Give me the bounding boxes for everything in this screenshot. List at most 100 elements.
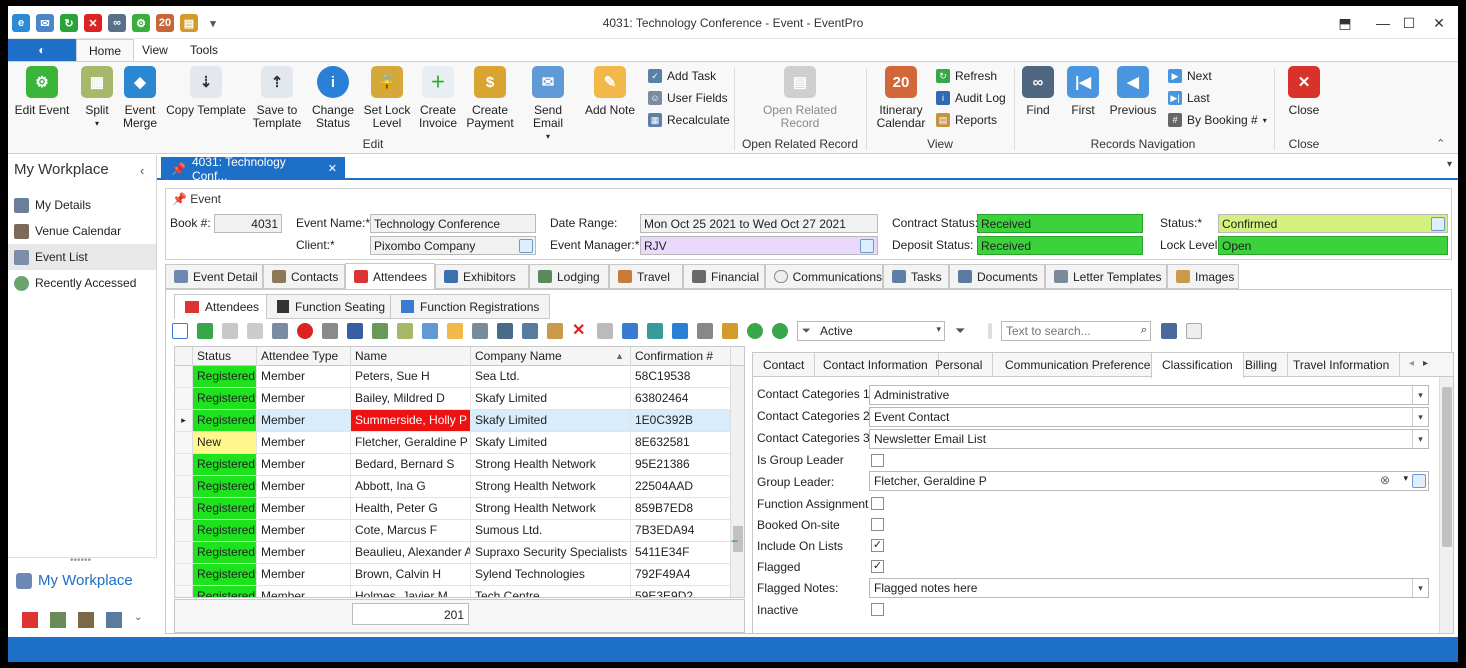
tab-communications[interactable]: Communications	[765, 264, 883, 289]
table-row[interactable]: Registered Member Holmes, Javier M Tech Cen…	[175, 586, 744, 597]
search-input[interactable]	[1002, 322, 1130, 340]
status-lookup-icon[interactable]	[1431, 217, 1445, 231]
row-indicator[interactable]	[175, 432, 193, 453]
tools-icon[interactable]	[78, 612, 94, 628]
row-indicator[interactable]	[175, 498, 193, 519]
row-indicator[interactable]	[175, 388, 193, 409]
delete-icon[interactable]: ✕	[572, 323, 588, 339]
row-confirmation[interactable]: 22504AAD	[631, 476, 731, 497]
row-indicator[interactable]: ▸	[175, 410, 193, 431]
pin-icon[interactable]	[22, 612, 38, 628]
row-status[interactable]: Registered	[193, 586, 257, 597]
group-leader-lookup-icon[interactable]	[1412, 474, 1426, 488]
row-attendee-type[interactable]: Member	[257, 476, 351, 497]
restore-ribbon-icon[interactable]: ⬒	[1328, 12, 1362, 34]
ledger-icon[interactable]	[50, 612, 66, 628]
row-status[interactable]: Registered	[193, 542, 257, 563]
close-button[interactable]: ✕ Close	[1284, 66, 1324, 117]
user-fields-button[interactable]: ☺ User Fields	[648, 89, 728, 107]
set-lock-level-button[interactable]: 🔒 Set Lock Level	[364, 66, 410, 130]
row-confirmation[interactable]: 8E632581	[631, 432, 731, 453]
note-icon[interactable]	[447, 323, 463, 339]
row-status[interactable]: Registered	[193, 454, 257, 475]
row-confirmation[interactable]: 859B7ED8	[631, 498, 731, 519]
row-company[interactable]: Strong Health Network	[471, 454, 631, 475]
tab-images[interactable]: Images	[1167, 264, 1239, 289]
subtab-attendees[interactable]: Attendees	[174, 294, 271, 319]
grid-scrollbar[interactable]	[730, 366, 744, 597]
tab-classification[interactable]: Classification	[1151, 353, 1244, 378]
save-to-template-button[interactable]: ⇡ Save to Template	[252, 66, 302, 130]
workplace-item-event-list[interactable]: Event List	[8, 244, 156, 270]
tab-tools[interactable]: Tools	[178, 39, 230, 61]
inactive-checkbox[interactable]	[871, 603, 884, 616]
row-confirmation[interactable]: 7B3EDA94	[631, 520, 731, 541]
first-button[interactable]: |◀ First	[1064, 66, 1102, 117]
more-chevron-icon[interactable]: ⌄	[134, 612, 142, 628]
refresh-button[interactable]: ↻ Refresh	[936, 67, 997, 85]
is-group-leader-checkbox[interactable]	[871, 454, 884, 467]
tab-event-detail[interactable]: Event Detail	[165, 264, 263, 289]
row-company[interactable]: Sea Ltd.	[471, 366, 631, 387]
image-icon[interactable]	[547, 323, 563, 339]
category1-select[interactable]: Administrative ▾	[869, 385, 1429, 405]
search-icon[interactable]: ⌕	[1141, 324, 1147, 337]
row-name[interactable]: Brown, Calvin H	[351, 564, 471, 585]
report-icon[interactable]	[697, 323, 713, 339]
tab-close-icon[interactable]: ✕	[328, 162, 337, 175]
tab-financial[interactable]: Financial	[683, 264, 765, 289]
last-button[interactable]: ▶| Last	[1168, 89, 1210, 107]
create-payment-button[interactable]: $ Create Payment	[466, 66, 514, 130]
save-icon[interactable]	[222, 323, 238, 339]
tab-view[interactable]: View	[130, 39, 180, 61]
row-attendee-type[interactable]: Member	[257, 432, 351, 453]
person-icon[interactable]	[322, 323, 338, 339]
flagged-checkbox[interactable]: ✓	[871, 560, 884, 573]
row-indicator[interactable]	[175, 366, 193, 387]
row-attendee-type[interactable]: Member	[257, 454, 351, 475]
row-company[interactable]: Sylend Technologies	[471, 564, 631, 585]
booked-onsite-checkbox[interactable]	[871, 518, 884, 531]
row-confirmation[interactable]: 1E0C392B	[631, 410, 731, 431]
tab-home[interactable]: Home	[76, 39, 135, 61]
row-name[interactable]: Cote, Marcus F	[351, 520, 471, 541]
grid-icon[interactable]	[522, 323, 538, 339]
row-indicator[interactable]	[175, 454, 193, 475]
tab-contact[interactable]: Contact	[753, 353, 816, 377]
tab-list-dropdown-icon[interactable]: ▾	[1447, 159, 1452, 170]
flagged-notes-select[interactable]: Flagged notes here ▾	[869, 578, 1429, 598]
column-status[interactable]: Status	[193, 347, 257, 366]
row-name[interactable]: Peters, Sue H	[351, 366, 471, 387]
column-name[interactable]: Name	[351, 347, 471, 366]
copy-template-button[interactable]: ⇣ Copy Template	[166, 66, 246, 117]
table-row[interactable]: ▸ Registered Member Summerside, Holly P Skaf…	[175, 410, 744, 432]
table-row[interactable]: New Member Fletcher, Geraldine P Skafy Limi…	[175, 432, 744, 454]
event-name-field[interactable]: Technology Conference	[370, 214, 536, 233]
detail-scroll-thumb[interactable]	[1442, 387, 1452, 547]
clipboard-icon[interactable]	[722, 323, 738, 339]
row-confirmation[interactable]: 792F49A4	[631, 564, 731, 585]
column-confirmation[interactable]: Confirmation #	[631, 347, 731, 366]
manager-lookup-icon[interactable]	[860, 239, 874, 253]
category2-select[interactable]: Event Contact ▾	[869, 407, 1429, 427]
row-name[interactable]: Health, Peter G	[351, 498, 471, 519]
edit-event-button[interactable]: ⚙ Edit Event	[14, 66, 70, 117]
row-name[interactable]: Summerside, Holly P	[351, 410, 471, 431]
collapse-panel-icon[interactable]: ‹	[140, 163, 144, 178]
row-confirmation[interactable]: 63802464	[631, 388, 731, 409]
edit-icon[interactable]	[272, 323, 288, 339]
clipboard-icon[interactable]	[472, 323, 488, 339]
add-task-button[interactable]: ✓ Add Task	[648, 67, 716, 85]
info-icon[interactable]	[672, 323, 688, 339]
tab-exhibitors[interactable]: Exhibitors	[435, 264, 529, 289]
row-status[interactable]: Registered	[193, 366, 257, 387]
dropdown-icon[interactable]: ▾	[1403, 473, 1408, 484]
export-icon[interactable]	[647, 323, 663, 339]
row-company[interactable]: Strong Health Network	[471, 476, 631, 497]
tab-lodging[interactable]: Lodging	[529, 264, 609, 289]
row-attendee-type[interactable]: Member	[257, 388, 351, 409]
print-icon[interactable]	[597, 323, 613, 339]
hierarchy-icon[interactable]	[497, 323, 513, 339]
table-row[interactable]: Registered Member Bailey, Mildred D Skafy L…	[175, 388, 744, 410]
previous-button[interactable]: ◀ Previous	[1108, 66, 1158, 117]
